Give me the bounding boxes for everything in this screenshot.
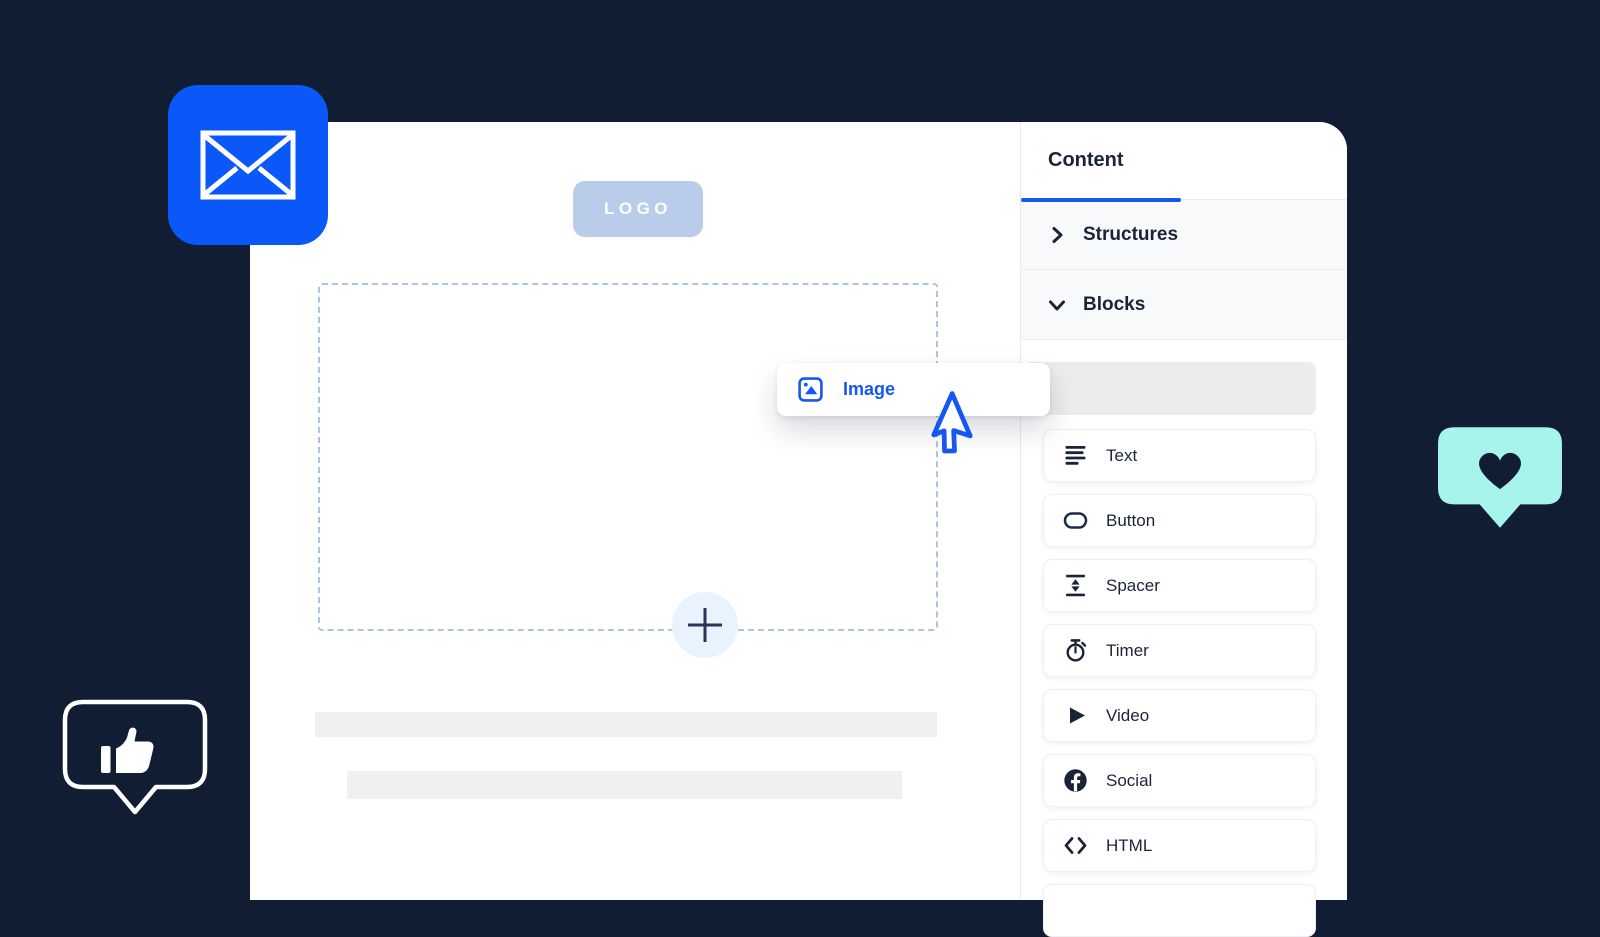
block-label: Timer: [1106, 641, 1149, 661]
chevron-down-icon: [1046, 294, 1068, 316]
add-content-button[interactable]: [672, 592, 738, 658]
heart-bubble-icon: [1436, 425, 1564, 531]
text-lines-icon: [1062, 442, 1089, 469]
heart-badge: [1436, 425, 1564, 536]
dragged-block-label: Image: [843, 379, 895, 400]
thumbs-up-badge: [62, 699, 208, 826]
facebook-icon: [1062, 767, 1089, 794]
plus-icon: [685, 605, 725, 645]
play-icon: [1062, 702, 1089, 729]
block-card-social[interactable]: Social: [1043, 754, 1316, 807]
logo-placeholder-label: LOGO: [604, 199, 672, 219]
logo-placeholder-block[interactable]: LOGO: [573, 181, 703, 237]
block-label: HTML: [1106, 836, 1152, 856]
dragged-image-block[interactable]: Image: [777, 363, 1050, 416]
block-card-button[interactable]: Button: [1043, 494, 1316, 547]
button-pill-icon: [1062, 507, 1089, 534]
drop-zone[interactable]: [318, 283, 938, 631]
sidebar-tabbar: Content: [1021, 122, 1347, 200]
chevron-right-icon: [1046, 224, 1068, 246]
blocks-list: Text Button: [1021, 340, 1347, 899]
block-label: Social: [1106, 771, 1152, 791]
spacer-arrows-icon: [1062, 572, 1089, 599]
editor-panel: LOGO Content S: [250, 122, 1347, 900]
text-placeholder-bar: [347, 771, 902, 799]
envelope-badge: [168, 85, 328, 245]
block-card-spacer[interactable]: Spacer: [1043, 559, 1316, 612]
block-card-video[interactable]: Video: [1043, 689, 1316, 742]
section-blocks[interactable]: Blocks: [1021, 270, 1347, 340]
section-structures-label: Structures: [1083, 224, 1178, 246]
block-label: Button: [1106, 511, 1155, 531]
envelope-icon: [200, 130, 296, 200]
block-card-timer[interactable]: Timer: [1043, 624, 1316, 677]
tab-content[interactable]: Content: [1048, 122, 1124, 199]
dragged-block-empty-slot: [1023, 362, 1316, 415]
block-label: Video: [1106, 706, 1149, 726]
tab-content-label: Content: [1048, 149, 1124, 172]
block-card-text[interactable]: Text: [1043, 429, 1316, 482]
email-canvas: LOGO: [250, 122, 1020, 900]
text-placeholder-bar: [315, 712, 937, 737]
code-brackets-icon: [1062, 832, 1089, 859]
image-icon: [797, 376, 824, 403]
block-label: Text: [1106, 446, 1137, 466]
block-card-html[interactable]: HTML: [1043, 819, 1316, 872]
email-builder-screen: { "canvas": { "logo_placeholder": "LOGO"…: [0, 0, 1600, 900]
block-card-partial[interactable]: [1043, 884, 1316, 937]
block-label: Spacer: [1106, 576, 1160, 596]
active-tab-indicator: [1021, 198, 1181, 203]
section-structures[interactable]: Structures: [1021, 200, 1347, 270]
stopwatch-icon: [1062, 637, 1089, 664]
section-blocks-label: Blocks: [1083, 294, 1145, 316]
thumbs-up-bubble-icon: [62, 699, 208, 821]
content-sidebar: Content Structures Blocks: [1020, 122, 1347, 900]
